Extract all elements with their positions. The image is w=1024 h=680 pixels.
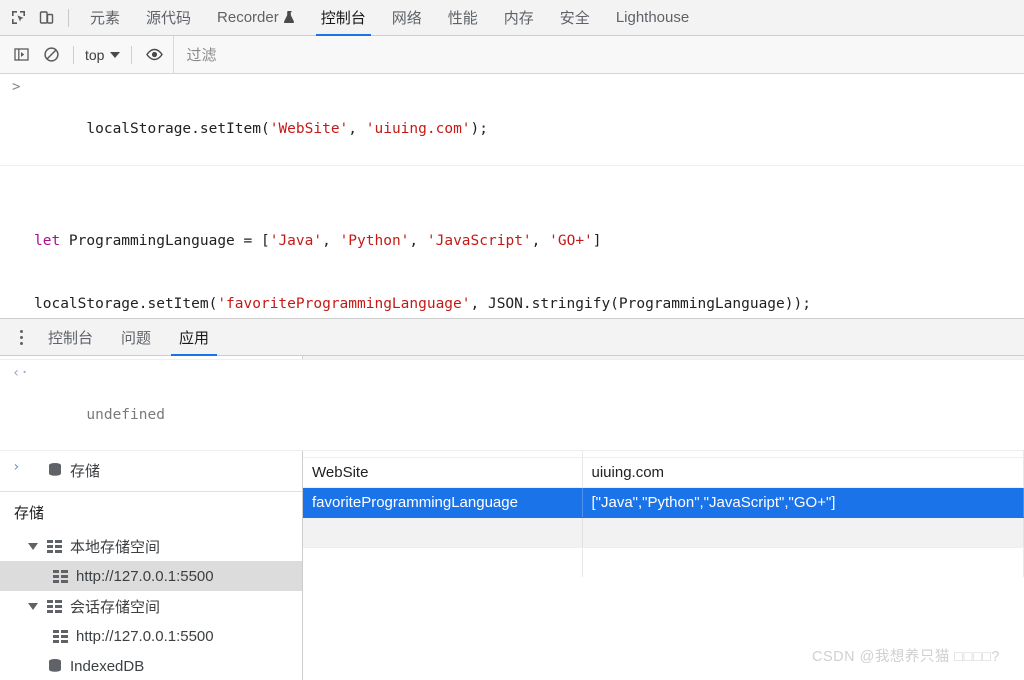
execution-context-label: top bbox=[85, 46, 105, 63]
tab-label: 控制台 bbox=[320, 10, 366, 27]
code-token: , bbox=[322, 233, 340, 249]
chevron-down-icon bbox=[110, 51, 121, 58]
code-token-string: 'WebSite' bbox=[269, 121, 349, 137]
tab-label: 内存 bbox=[503, 10, 534, 27]
code-token: ProgrammingLanguage = [ bbox=[68, 233, 270, 249]
drawer-tab-console[interactable]: 控制台 bbox=[34, 318, 107, 356]
code-token: localStorage.setItem( bbox=[34, 296, 218, 312]
tab-console[interactable]: 控制台 bbox=[308, 0, 379, 36]
tab-label: 性能 bbox=[447, 10, 478, 27]
tab-label: 安全 bbox=[559, 10, 590, 27]
code-token-string: 'Python' bbox=[339, 233, 410, 249]
code-token-string: 'favoriteProgrammingLanguage' bbox=[217, 296, 471, 312]
tab-lighthouse[interactable]: Lighthouse bbox=[603, 0, 702, 36]
console-output-value: undefined bbox=[86, 407, 165, 423]
sidebar-item-label: 会话存储空间 bbox=[70, 598, 161, 616]
drawer-tab-label: 问题 bbox=[121, 329, 152, 347]
console-message-list: > localStorage.setItem('WebSite', 'uiuin… bbox=[0, 74, 1024, 475]
cell-value-blank bbox=[582, 547, 1024, 577]
clear-console-icon[interactable] bbox=[36, 41, 66, 69]
drawer-tab-label: 控制台 bbox=[48, 329, 94, 347]
flask-icon bbox=[283, 11, 295, 24]
console-output-entry: ‹· undefined bbox=[0, 360, 1024, 451]
tab-sources[interactable]: 源代码 bbox=[133, 0, 204, 36]
code-token: , bbox=[348, 121, 366, 137]
sidebar-item-indexeddb[interactable]: IndexedDB bbox=[0, 651, 302, 680]
code-token: , bbox=[409, 233, 427, 249]
sidebar-item-label: IndexedDB bbox=[70, 657, 145, 675]
tab-label: Lighthouse bbox=[615, 9, 690, 26]
tab-elements[interactable]: 元素 bbox=[77, 0, 133, 36]
tab-label: 源代码 bbox=[146, 10, 192, 27]
table-grid-icon bbox=[52, 568, 69, 585]
code-token-string: 'uiuing.com' bbox=[365, 121, 471, 137]
chevron-down-icon[interactable] bbox=[28, 542, 38, 550]
code-token: ); bbox=[470, 121, 488, 137]
tab-security[interactable]: 安全 bbox=[547, 0, 603, 36]
console-filter-input[interactable]: 过滤 bbox=[173, 35, 1024, 74]
tab-memory[interactable]: 内存 bbox=[491, 0, 547, 36]
console-output-marker: ‹· bbox=[12, 365, 29, 381]
code-token-string: 'GO+' bbox=[549, 233, 593, 249]
drawer-tab-application[interactable]: 应用 bbox=[165, 318, 223, 356]
sidebar-item-label: 本地存储空间 bbox=[70, 538, 161, 556]
drawer-tab-issues[interactable]: 问题 bbox=[107, 318, 165, 356]
sidebar-item-label: http://127.0.0.1:5500 bbox=[76, 567, 214, 585]
code-token: ] bbox=[592, 233, 602, 249]
drawer-tab-label: 应用 bbox=[179, 329, 210, 347]
tab-network[interactable]: 网络 bbox=[379, 0, 435, 36]
code-token: localStorage.setItem( bbox=[86, 121, 270, 137]
devtools-tab-bar: 元素 源代码 Recorder 控制台 网络 性能 内存 安全 Lighthou… bbox=[0, 0, 1024, 36]
panel-tabs: 元素 源代码 Recorder 控制台 网络 性能 内存 安全 Lighthou… bbox=[77, 0, 702, 36]
console-toolbar: top 过滤 bbox=[0, 35, 1024, 74]
console-prompt-marker: › bbox=[12, 459, 21, 475]
sidebar-item-local-storage-origin[interactable]: http://127.0.0.1:5500 bbox=[0, 561, 302, 591]
sidebar-item-session-storage[interactable]: 会话存储空间 bbox=[0, 591, 302, 621]
code-token-string: 'JavaScript' bbox=[426, 233, 532, 249]
table-grid-icon bbox=[46, 538, 63, 555]
console-code-line: localStorage.setItem('favoriteProgrammin… bbox=[34, 294, 1024, 315]
tab-label: 网络 bbox=[391, 10, 422, 27]
database-icon bbox=[46, 658, 63, 675]
tab-performance[interactable]: 性能 bbox=[435, 0, 491, 36]
console-prompt[interactable]: › bbox=[0, 451, 1024, 523]
console-code-line: localStorage.setItem('WebSite', 'uiuing.… bbox=[86, 121, 488, 137]
console-filter-placeholder: 过滤 bbox=[186, 47, 217, 64]
sidebar-item-label: http://127.0.0.1:5500 bbox=[76, 627, 214, 645]
toolbar-divider bbox=[131, 45, 133, 64]
sidebar-item-local-storage[interactable]: 本地存储空间 bbox=[0, 531, 302, 561]
toolbar-divider bbox=[73, 45, 74, 64]
table-grid-icon bbox=[46, 598, 63, 615]
tab-label: Recorder bbox=[217, 9, 279, 26]
device-toolbar-icon[interactable] bbox=[32, 4, 60, 32]
console-code-line: let ProgrammingLanguage = ['Java', 'Pyth… bbox=[34, 231, 1024, 252]
code-token-string: 'Java' bbox=[269, 233, 323, 249]
console-input-entry[interactable]: > localStorage.setItem('WebSite', 'uiuin… bbox=[0, 74, 1024, 166]
inspect-element-icon[interactable] bbox=[4, 4, 32, 32]
code-token: , JSON.stringify(ProgrammingLanguage)); bbox=[470, 296, 811, 312]
code-token-keyword: let bbox=[34, 233, 69, 249]
console-input-marker: > bbox=[12, 79, 21, 95]
devtools-window: 元素 源代码 Recorder 控制台 网络 性能 内存 安全 Lighthou… bbox=[0, 0, 1024, 680]
live-expression-icon[interactable] bbox=[139, 41, 169, 69]
table-grid-icon bbox=[52, 628, 69, 645]
cell-key-blank bbox=[303, 547, 583, 577]
table-row-blank bbox=[303, 547, 1024, 577]
sidebar-item-session-storage-origin[interactable]: http://127.0.0.1:5500 bbox=[0, 621, 302, 651]
tab-recorder[interactable]: Recorder bbox=[204, 0, 308, 36]
execution-context-selector[interactable]: top bbox=[81, 47, 124, 63]
show-console-sidebar-icon[interactable] bbox=[6, 41, 36, 69]
chevron-down-icon[interactable] bbox=[28, 602, 38, 610]
tab-label: 元素 bbox=[90, 10, 121, 27]
code-token: , bbox=[531, 233, 550, 249]
toolbar-divider bbox=[68, 8, 69, 27]
